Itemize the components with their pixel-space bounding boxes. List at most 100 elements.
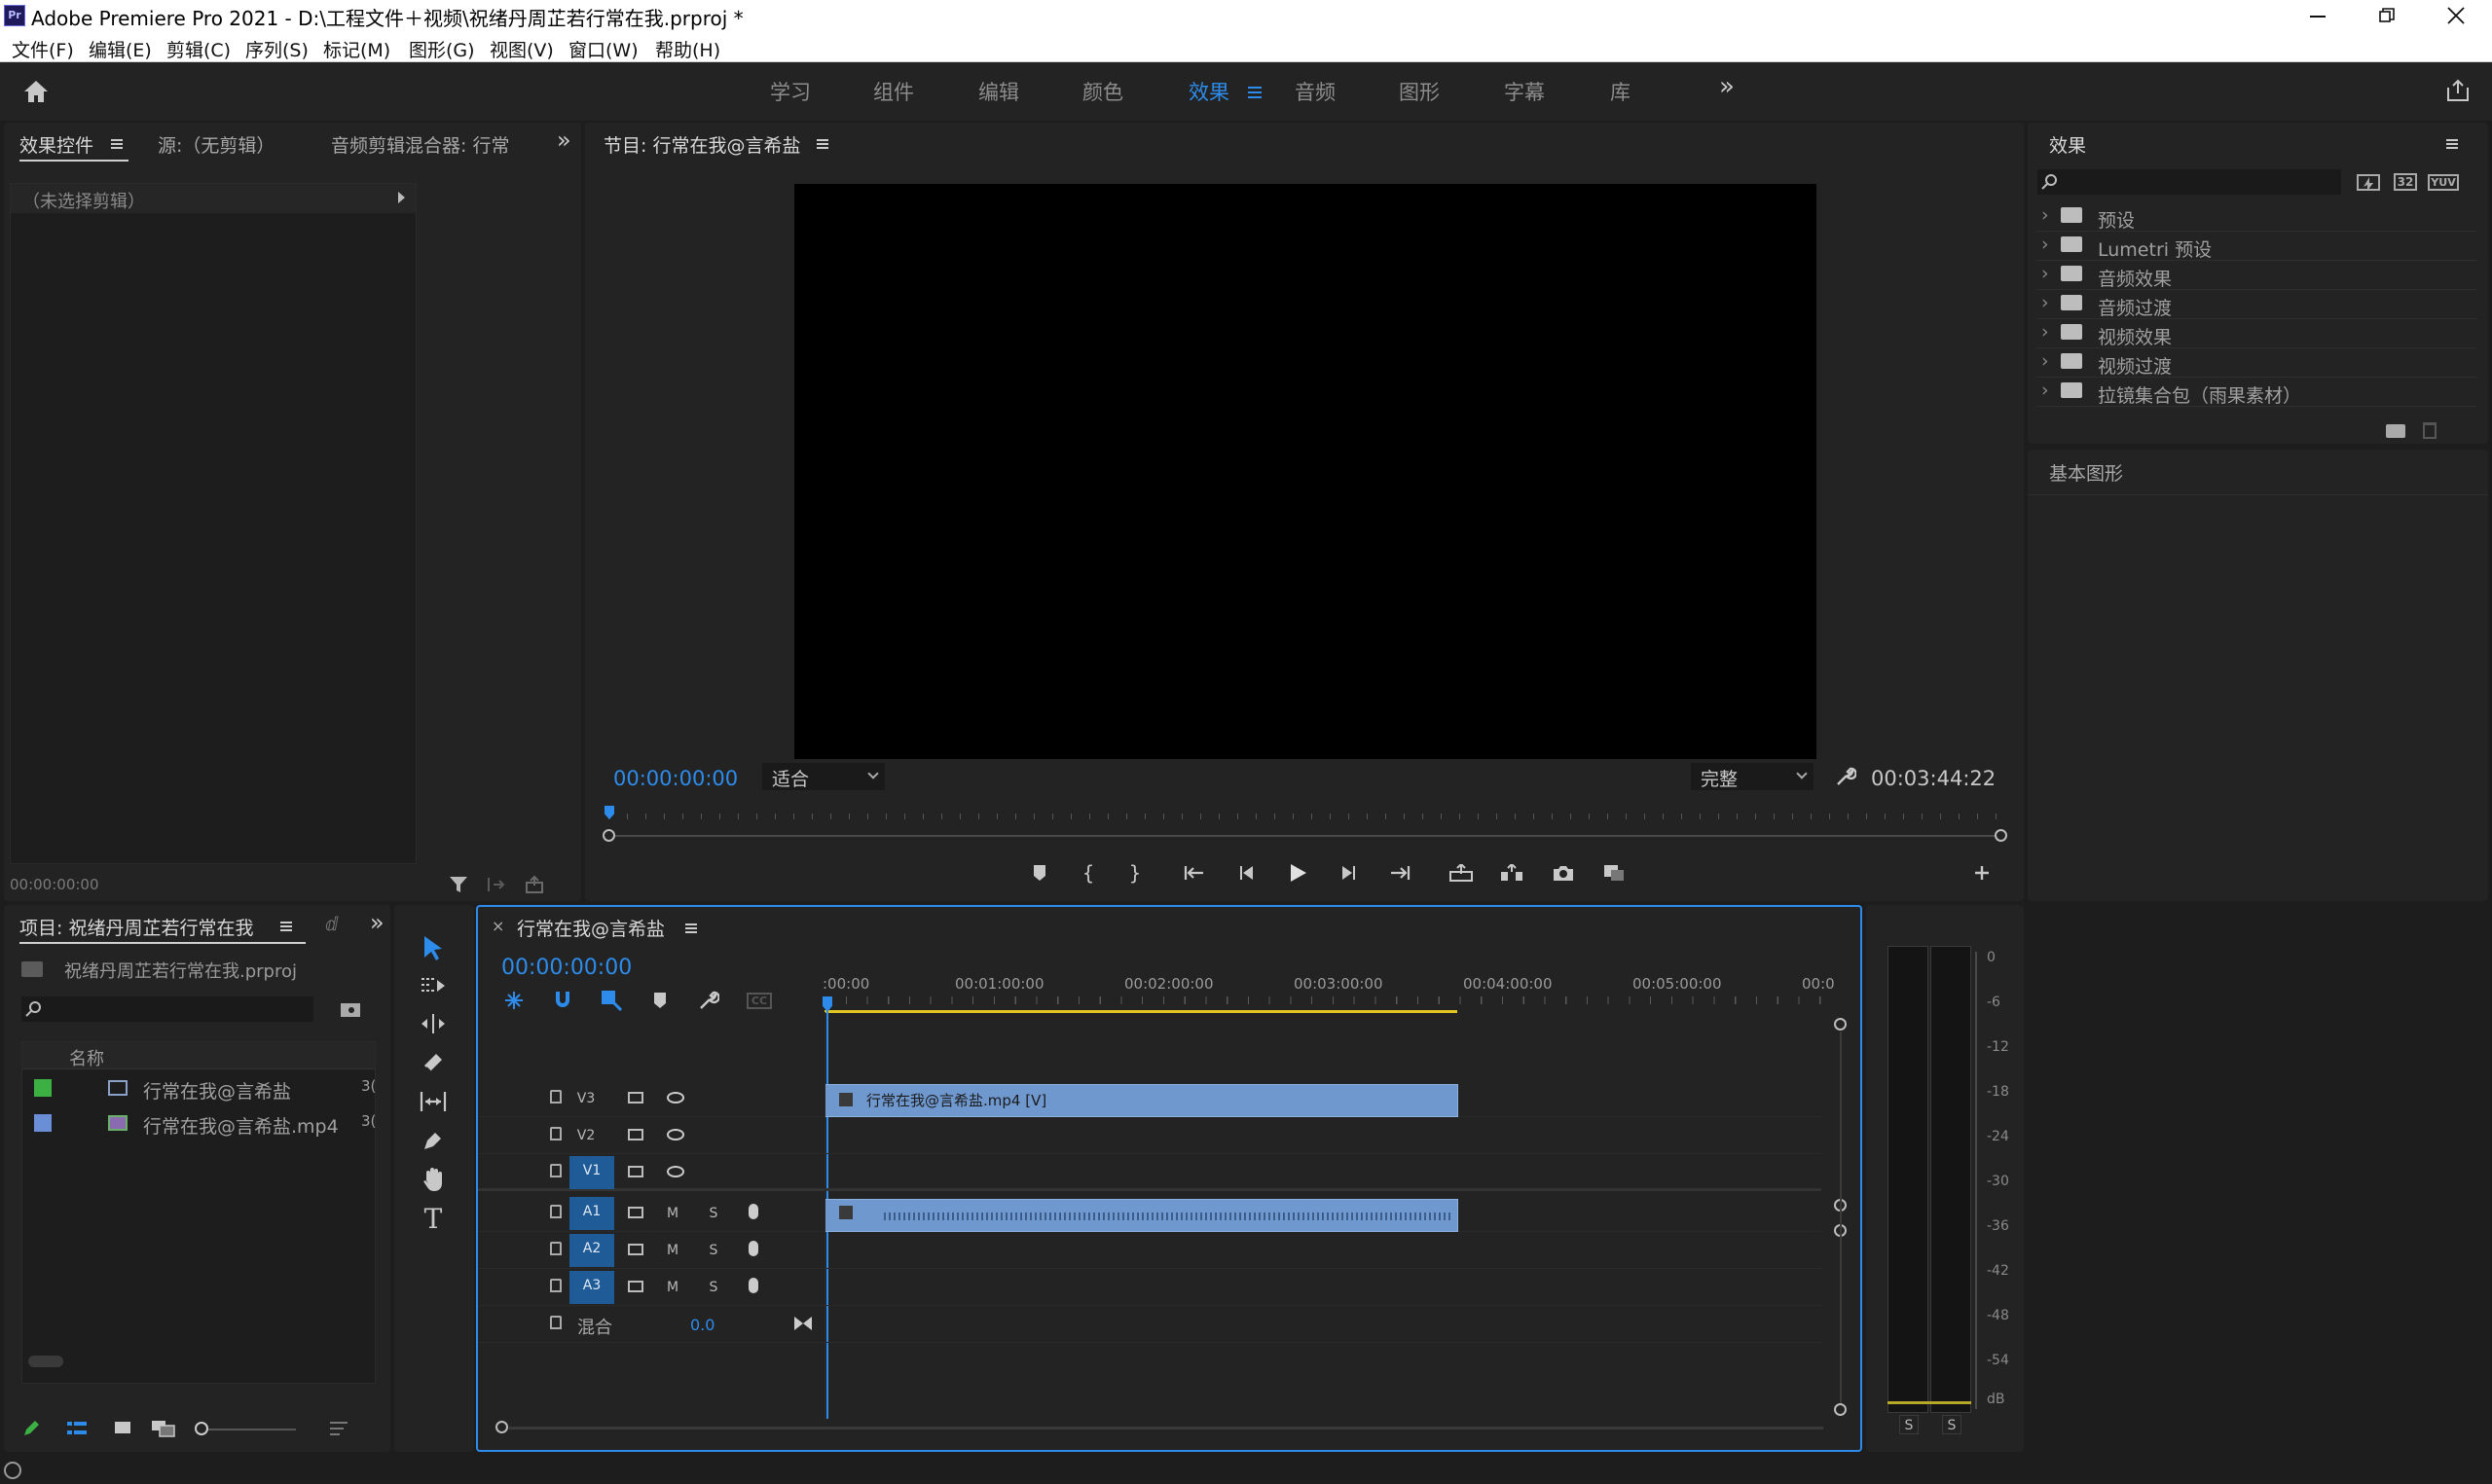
mark-in-icon[interactable]: { (1077, 861, 1100, 885)
slip-tool-icon[interactable] (414, 1086, 453, 1117)
accelerated-effects-icon[interactable] (2355, 169, 2382, 195)
add-marker-icon[interactable] (647, 989, 673, 1012)
restore-icon[interactable] (2379, 8, 2395, 23)
menu-view[interactable]: 视图(V) (490, 36, 554, 62)
timeline-timecode[interactable]: 00:00:00:00 (501, 956, 632, 980)
eye-icon[interactable] (667, 1166, 684, 1177)
mute-button[interactable]: M (663, 1199, 682, 1228)
column-name[interactable]: 名称 (69, 1045, 104, 1070)
workspace-captions[interactable]: 字幕 (1504, 77, 1545, 106)
linked-selection-icon[interactable] (599, 989, 624, 1012)
menu-edit[interactable]: 编辑(E) (89, 36, 152, 62)
step-back-icon[interactable] (1234, 861, 1258, 885)
scroll-handle-right[interactable] (1995, 829, 2007, 842)
mix-value[interactable]: 0.0 (690, 1316, 715, 1334)
scroll-handle-left[interactable] (603, 829, 615, 842)
workspace-libraries[interactable]: 库 (1610, 77, 1631, 106)
solo-button[interactable]: S (704, 1199, 723, 1228)
toggle-sync-icon[interactable] (628, 1129, 643, 1140)
track-label-v3[interactable]: V3 (571, 1084, 601, 1113)
step-forward-icon[interactable] (1338, 861, 1361, 885)
panel-menu-icon[interactable] (111, 139, 123, 149)
solo-button[interactable]: S (704, 1273, 723, 1302)
new-search-bin-icon[interactable] (339, 998, 362, 1020)
pen-tool-icon[interactable] (414, 1125, 453, 1156)
panel-menu-icon[interactable] (817, 139, 828, 149)
menu-sequence[interactable]: 序列(S) (245, 36, 309, 62)
export-frame-icon[interactable] (1552, 861, 1575, 885)
workspace-effects[interactable]: 效果 (1189, 77, 1229, 106)
toggle-sync-icon[interactable] (628, 1092, 643, 1104)
expand-icon[interactable] (398, 192, 405, 203)
new-bin-icon[interactable] (2386, 424, 2405, 438)
microphone-icon[interactable] (749, 1278, 758, 1293)
extract-icon[interactable] (1499, 861, 1524, 885)
icon-view-icon[interactable] (111, 1417, 134, 1440)
solo-button[interactable]: S (704, 1236, 723, 1265)
effects-item-video-effects[interactable]: › 视频效果 (2037, 319, 2477, 348)
fit-dropdown[interactable]: 适合 (762, 763, 885, 790)
panel-more-icon[interactable]: » (370, 909, 385, 936)
export-effect-icon[interactable] (485, 874, 506, 895)
program-timecode[interactable]: 00:00:00:00 (613, 767, 738, 790)
microphone-icon[interactable] (749, 1241, 758, 1256)
track-label-v2[interactable]: V2 (571, 1121, 601, 1150)
menu-marker[interactable]: 标记(M) (323, 36, 390, 62)
effects-item-video-transitions[interactable]: › 视频过渡 (2037, 348, 2477, 378)
menu-clip[interactable]: 剪辑(C) (166, 36, 231, 62)
razor-tool-icon[interactable] (414, 1047, 453, 1078)
track-label-a3[interactable]: A3 (569, 1271, 614, 1304)
tab-source[interactable]: 源:（无剪辑） (158, 131, 275, 158)
freeform-view-icon[interactable] (150, 1417, 177, 1440)
toggle-sync-icon[interactable] (628, 1207, 643, 1218)
workspace-learn[interactable]: 学习 (770, 77, 811, 106)
effects-item-presets[interactable]: › 预设 (2037, 202, 2477, 232)
toggle-sync-icon[interactable] (628, 1166, 643, 1177)
solo-left-button[interactable]: S (1899, 1415, 1919, 1434)
captions-icon[interactable]: CC (745, 989, 774, 1012)
video-canvas[interactable] (794, 184, 1816, 759)
mark-out-icon[interactable]: } (1123, 861, 1147, 885)
panel-menu-icon[interactable] (280, 922, 292, 931)
program-scrollbar[interactable] (608, 835, 2002, 837)
workspace-menu-icon[interactable] (1248, 87, 1262, 98)
effects-search-input[interactable] (2037, 169, 2341, 195)
solo-right-button[interactable]: S (1942, 1415, 1961, 1434)
sort-icon[interactable] (327, 1417, 350, 1440)
ripple-edit-tool-icon[interactable] (414, 1008, 453, 1039)
workspace-assembly[interactable]: 组件 (873, 77, 914, 106)
wrench-icon[interactable] (1834, 765, 1857, 788)
project-search-input[interactable] (21, 996, 313, 1022)
workspace-color[interactable]: 颜色 (1082, 77, 1123, 106)
workspace-audio[interactable]: 音频 (1295, 77, 1336, 106)
vscroll-track[interactable] (1840, 1032, 1842, 1403)
home-icon[interactable] (21, 78, 51, 105)
toggle-sync-icon[interactable] (628, 1281, 643, 1292)
hscroll-handle[interactable] (495, 1421, 508, 1433)
mute-button[interactable]: M (663, 1236, 682, 1265)
close-icon[interactable] (2447, 7, 2465, 24)
lock-icon[interactable] (550, 1316, 562, 1329)
program-ruler[interactable] (608, 802, 2000, 821)
close-tab-icon[interactable]: × (492, 917, 504, 935)
list-view-icon[interactable] (64, 1417, 90, 1440)
play-icon[interactable] (1285, 859, 1312, 887)
menu-window[interactable]: 窗口(W) (568, 36, 639, 62)
toggle-sync-icon[interactable] (628, 1244, 643, 1255)
lock-icon[interactable] (550, 1164, 562, 1177)
menu-help[interactable]: 帮助(H) (655, 36, 720, 62)
mute-button[interactable]: M (663, 1273, 682, 1302)
lock-icon[interactable] (550, 1279, 562, 1292)
lock-icon[interactable] (550, 1205, 562, 1218)
add-marker-icon[interactable] (1028, 861, 1051, 885)
snap-icon[interactable] (550, 989, 575, 1012)
bowtie-icon[interactable] (793, 1316, 813, 1331)
list-item[interactable]: 行常在我@言希盐.mp4 3( (22, 1106, 376, 1140)
delete-icon[interactable] (2423, 422, 2437, 439)
tab-media-browser[interactable]: ⅆ (325, 914, 338, 935)
track-select-tool-icon[interactable] (414, 969, 453, 1000)
timeline-ruler[interactable]: :00:00 00:01:00:00 00:02:00:00 00:03:00:… (823, 975, 1835, 1016)
effects-item-audio-effects[interactable]: › 音频效果 (2037, 261, 2477, 290)
track-label-a2[interactable]: A2 (569, 1234, 614, 1267)
lock-icon[interactable] (550, 1127, 562, 1140)
